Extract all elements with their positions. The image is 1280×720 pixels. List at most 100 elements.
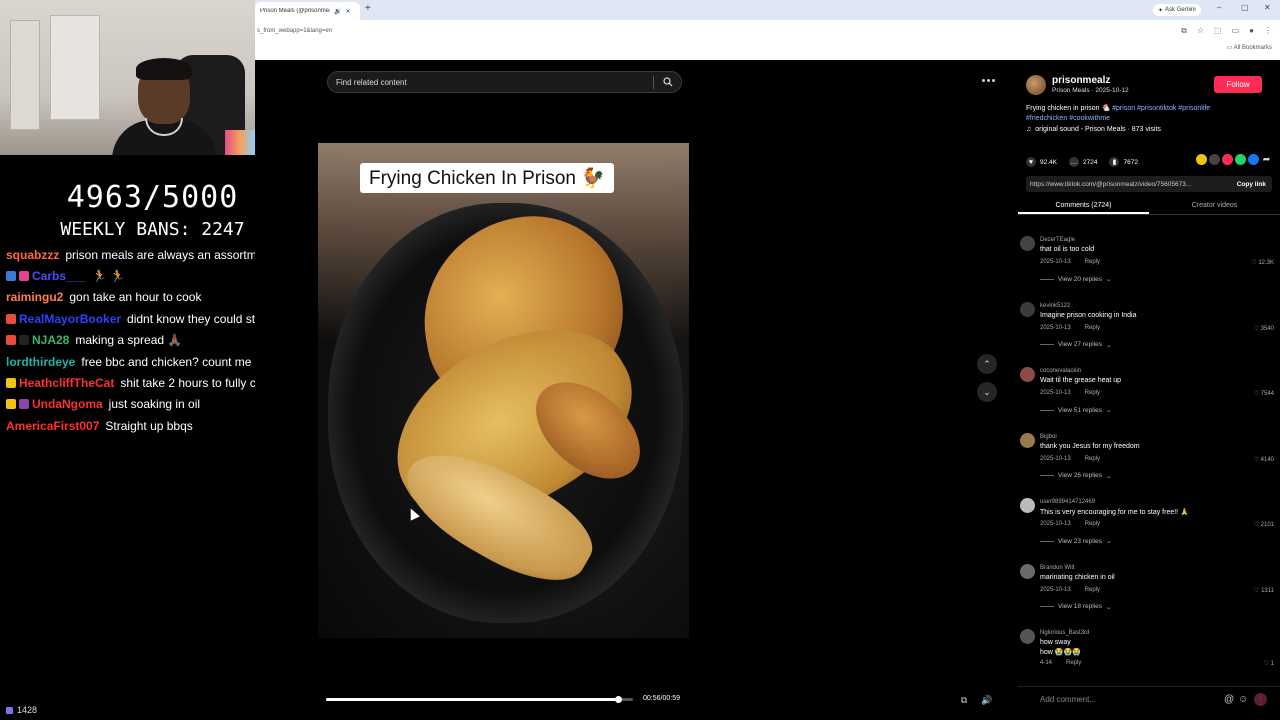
view-replies-button[interactable]: View 18 replies ⌄ bbox=[1040, 603, 1111, 611]
comment-like[interactable]: ♡ 12.3K bbox=[1251, 259, 1274, 266]
tab-close-icon[interactable]: ✕ bbox=[345, 8, 350, 15]
view-replies-button[interactable]: View 27 replies ⌄ bbox=[1040, 341, 1111, 349]
view-replies-button[interactable]: View 51 replies ⌄ bbox=[1040, 406, 1111, 414]
comment-input[interactable]: Add comment... bbox=[1040, 695, 1220, 704]
menu-icon[interactable]: ⋮ bbox=[1264, 26, 1272, 36]
browser-tab[interactable]: Prison Meals (@prisonmealz) 🔊 ✕ bbox=[255, 2, 360, 20]
mention-icon[interactable]: @ bbox=[1224, 694, 1234, 705]
commenter-avatar[interactable] bbox=[1020, 629, 1035, 644]
bookmark-star-icon[interactable]: ☆ bbox=[1197, 26, 1204, 36]
reply-button[interactable]: Reply bbox=[1085, 521, 1100, 527]
search-bar[interactable]: Find related content bbox=[327, 71, 682, 93]
more-options-button[interactable] bbox=[977, 73, 999, 87]
cast-icon[interactable]: ⧉ bbox=[1181, 26, 1187, 36]
webcam-feed bbox=[0, 0, 255, 155]
commenter-name[interactable]: DezerTEagle bbox=[1040, 237, 1075, 243]
all-bookmarks[interactable]: ▭ All Bookmarks bbox=[1227, 44, 1272, 51]
send-icon[interactable]: ↑ bbox=[1254, 693, 1268, 706]
author-username[interactable]: prisonmealz bbox=[1052, 75, 1110, 86]
commenter-name[interactable]: Brandon Witt bbox=[1040, 565, 1075, 571]
comment-like[interactable]: ♡ 3540 bbox=[1254, 325, 1274, 332]
share-icon[interactable] bbox=[1222, 154, 1233, 165]
video-link[interactable]: https://www.tiktok.com/@prisonmealz/vide… bbox=[1026, 176, 1272, 192]
emoji-icon[interactable]: ☺ bbox=[1238, 694, 1248, 705]
chat-username[interactable]: HeathcliffTheCat bbox=[19, 376, 114, 390]
commenter-name[interactable]: Nglorious_Bast3rd bbox=[1040, 630, 1089, 636]
search-icon[interactable] bbox=[663, 77, 673, 87]
comment-item: Brandon Witt marinating chicken in oil 202… bbox=[1018, 558, 1280, 624]
reply-button[interactable]: Reply bbox=[1085, 259, 1100, 265]
reply-button[interactable]: Reply bbox=[1085, 456, 1100, 462]
progress-knob[interactable] bbox=[614, 696, 622, 703]
commenter-name[interactable]: user9899414712469 bbox=[1040, 499, 1095, 505]
comment-text: marinating chicken in oil bbox=[1040, 573, 1115, 581]
search-input[interactable]: Find related content bbox=[336, 78, 407, 87]
audio-icon[interactable]: 🔊 bbox=[334, 8, 341, 15]
reply-button[interactable]: Reply bbox=[1085, 587, 1100, 593]
previous-video-button[interactable]: ⌃ bbox=[977, 354, 997, 374]
reply-button[interactable]: Reply bbox=[1066, 660, 1081, 666]
browser-chrome: Prison Meals (@prisonmealz) 🔊 ✕ + ✦ Ask … bbox=[255, 0, 1280, 60]
video-caption: Frying Chicken In Prison 🐓 bbox=[360, 163, 614, 193]
follow-button[interactable]: Follow bbox=[1214, 76, 1262, 93]
sound-info[interactable]: ♫ original sound - Prison Meals · 873 vi… bbox=[1026, 126, 1161, 133]
chat-username[interactable]: lordthirdeye bbox=[6, 355, 75, 369]
commenter-avatar[interactable] bbox=[1020, 432, 1035, 448]
commenter-avatar[interactable] bbox=[1020, 301, 1035, 317]
view-replies-button[interactable]: View 23 replies ⌄ bbox=[1040, 537, 1111, 545]
panel-tabs: Comments (2724) Creator videos bbox=[1018, 197, 1280, 215]
like-button[interactable]: ♥ 92.4K bbox=[1026, 157, 1057, 167]
commenter-name[interactable]: kevink5122 bbox=[1040, 303, 1070, 309]
reply-button[interactable]: Reply bbox=[1085, 390, 1100, 396]
commenter-avatar[interactable] bbox=[1020, 563, 1035, 579]
new-tab-button[interactable]: + bbox=[365, 3, 371, 14]
commenter-name[interactable]: Bigboi bbox=[1040, 434, 1057, 440]
comment-like[interactable]: ♡ 4140 bbox=[1254, 456, 1274, 463]
profile-icon[interactable]: ● bbox=[1249, 26, 1254, 36]
share-icon[interactable] bbox=[1248, 154, 1259, 165]
save-button[interactable]: ▮ 7672 bbox=[1109, 157, 1138, 167]
video-player[interactable]: Frying Chicken In Prison 🐓 bbox=[318, 143, 689, 638]
reply-button[interactable]: Reply bbox=[1085, 325, 1100, 331]
commenter-avatar[interactable] bbox=[1020, 498, 1035, 513]
maximize-icon[interactable]: ▢ bbox=[1241, 3, 1249, 12]
video-progress-bar[interactable] bbox=[326, 696, 633, 703]
extensions-icon[interactable]: ⬚ bbox=[1214, 26, 1222, 36]
chat-username[interactable]: UndaNgoma bbox=[32, 397, 103, 411]
comment-item: coconevalackin Wait til the grease heat u… bbox=[1018, 361, 1280, 427]
commenter-avatar[interactable] bbox=[1020, 236, 1035, 251]
sidebar-icon[interactable]: ▭ bbox=[1232, 26, 1240, 36]
ask-gemini-button[interactable]: ✦ Ask Gemini bbox=[1153, 4, 1201, 16]
comment-like[interactable]: ♡ 7544 bbox=[1254, 390, 1274, 397]
close-window-icon[interactable]: ✕ bbox=[1264, 3, 1271, 12]
comment-button[interactable]: … 2724 bbox=[1069, 157, 1097, 167]
view-replies-button[interactable]: View 26 replies ⌄ bbox=[1040, 472, 1111, 480]
share-icon[interactable] bbox=[1196, 154, 1207, 165]
minimize-icon[interactable]: – bbox=[1217, 3, 1221, 12]
chat-username[interactable]: squabzzz bbox=[6, 248, 59, 262]
next-video-button[interactable]: ⌄ bbox=[977, 382, 997, 402]
chat-username[interactable]: AmericaFirst007 bbox=[6, 419, 99, 433]
comment-like[interactable]: ♡ 2101 bbox=[1254, 521, 1274, 528]
comment-like[interactable]: ♡ 1 bbox=[1264, 660, 1274, 667]
chat-username[interactable]: Carbs___ bbox=[32, 269, 86, 283]
share-arrow-icon[interactable]: ➦ bbox=[1261, 154, 1272, 165]
commenter-name[interactable]: coconevalackin bbox=[1040, 368, 1081, 374]
chat-username[interactable]: NJA28 bbox=[32, 333, 69, 347]
tab-comments[interactable]: Comments (2724) bbox=[1018, 197, 1149, 214]
comment-like[interactable]: ♡ 1311 bbox=[1254, 587, 1274, 594]
miniplayer-icon[interactable]: ⧉ bbox=[956, 692, 972, 708]
chat-username[interactable]: RealMayorBooker bbox=[19, 312, 121, 326]
share-icon[interactable] bbox=[1235, 154, 1246, 165]
chat-badge-icon bbox=[6, 335, 16, 346]
view-replies-button[interactable]: View 20 replies ⌄ bbox=[1040, 275, 1111, 283]
tab-creator-videos[interactable]: Creator videos bbox=[1149, 197, 1280, 214]
copy-link-button[interactable]: Copy link bbox=[1237, 181, 1266, 188]
address-bar[interactable]: s_from_webapp=1&lang=en bbox=[255, 22, 1280, 40]
chat-username[interactable]: raimingu2 bbox=[6, 290, 63, 304]
author-subline: Prison Meals · 2025-10-12 bbox=[1052, 87, 1129, 94]
author-avatar[interactable] bbox=[1026, 75, 1046, 95]
commenter-avatar[interactable] bbox=[1020, 367, 1035, 382]
share-icon[interactable] bbox=[1209, 154, 1220, 165]
volume-icon[interactable]: 🔊 bbox=[979, 692, 995, 708]
